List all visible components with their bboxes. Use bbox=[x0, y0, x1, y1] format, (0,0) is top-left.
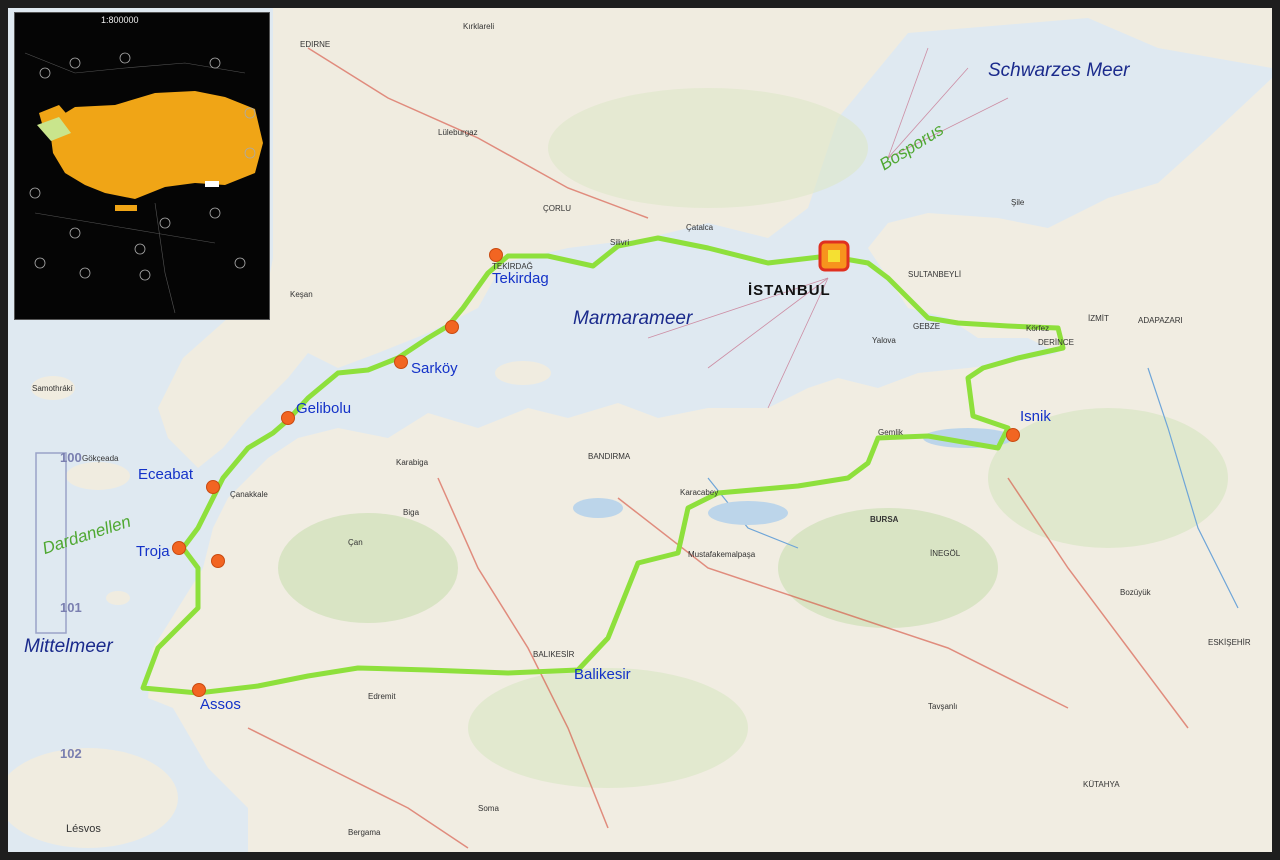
sheet-number-102: 102 bbox=[60, 746, 82, 761]
town-soma: Soma bbox=[478, 804, 499, 813]
town-sultanbeyli: SULTANBEYLİ bbox=[908, 270, 962, 279]
label-gelibolu: Gelibolu bbox=[296, 400, 352, 417]
sheet-number-101: 101 bbox=[60, 600, 82, 615]
town-eskisehir: ESKİŞEHİR bbox=[1208, 638, 1251, 647]
inset-cyprus bbox=[115, 205, 137, 211]
lake-manyas bbox=[573, 498, 623, 518]
town-gebze: GEBZE bbox=[913, 322, 941, 331]
town-samothraki: Samothrákí bbox=[32, 384, 73, 393]
overview-inset-map[interactable]: 1:800000 bbox=[14, 12, 270, 320]
town-izmit: İZMİT bbox=[1088, 314, 1109, 323]
istanbul-marker-inner bbox=[828, 250, 840, 262]
town-karabiga: Karabiga bbox=[396, 458, 429, 467]
town-inegol: İNEGÖL bbox=[930, 549, 961, 558]
town-luleburgaz: Lüleburgaz bbox=[438, 128, 478, 137]
label-istanbul: İSTANBUL bbox=[748, 282, 831, 299]
island-bozcaada bbox=[106, 591, 130, 605]
town-edremit: Edremit bbox=[368, 692, 396, 701]
photo-frame: Schwarzes Meer Marmarameer Mittelmeer Bo… bbox=[0, 0, 1280, 860]
relief-biga bbox=[278, 513, 458, 623]
inset-locator bbox=[205, 181, 219, 187]
label-isnik: Isnik bbox=[1020, 408, 1051, 425]
stop-dot-tekirdag[interactable] bbox=[489, 248, 503, 262]
town-gokceada: Gökçeada bbox=[82, 454, 119, 463]
town-tavsanli: Tavşanlı bbox=[928, 702, 958, 711]
town-korfez: Körfez bbox=[1026, 324, 1050, 333]
town-lesvos: Lésvos bbox=[66, 823, 101, 835]
label-sarkoy: Sarköy bbox=[411, 360, 458, 377]
island-marmara bbox=[495, 361, 551, 385]
stop-dot-troja[interactable] bbox=[172, 541, 186, 555]
town-biga: Biga bbox=[403, 508, 420, 517]
stop-dot-eceabat[interactable] bbox=[206, 480, 220, 494]
town-edirne: EDIRNE bbox=[300, 40, 331, 49]
town-bozuyuk: Bozüyük bbox=[1120, 588, 1151, 597]
relief-east bbox=[988, 408, 1228, 548]
stop-dot-troja-2[interactable] bbox=[211, 554, 225, 568]
relief-south bbox=[468, 668, 748, 788]
lake-ulubat bbox=[708, 501, 788, 525]
relief-uludag bbox=[778, 508, 998, 628]
town-kesan: Keşan bbox=[290, 290, 313, 299]
town-yalova: Yalova bbox=[872, 336, 896, 345]
label-mediterranean: Mittelmeer bbox=[24, 636, 113, 657]
town-derince: DERİNCE bbox=[1038, 338, 1075, 347]
town-can: Çan bbox=[348, 538, 363, 547]
label-assos: Assos bbox=[200, 696, 241, 713]
stop-dot-road[interactable] bbox=[445, 320, 459, 334]
town-silivri: Silivri bbox=[610, 238, 630, 247]
stop-dot-sarkoy[interactable] bbox=[394, 355, 408, 369]
town-bergama: Bergama bbox=[348, 828, 381, 837]
map-canvas[interactable]: Schwarzes Meer Marmarameer Mittelmeer Bo… bbox=[8, 8, 1272, 852]
label-tekirdag: Tekirdag bbox=[492, 270, 549, 287]
stop-dot-gelibolu[interactable] bbox=[281, 411, 295, 425]
stop-dot-assos[interactable] bbox=[192, 683, 206, 697]
label-troja: Troja bbox=[136, 543, 170, 560]
town-adapazari: ADAPAZARI bbox=[1138, 316, 1183, 325]
town-sile: Şile bbox=[1011, 198, 1025, 207]
town-tekirdag-small: TEKİRDAĞ bbox=[492, 262, 533, 271]
label-black-sea: Schwarzes Meer bbox=[988, 60, 1130, 81]
town-canakkale: Çanakkale bbox=[230, 490, 268, 499]
town-bursa: BURSA bbox=[870, 515, 899, 524]
island-gokceada bbox=[66, 462, 130, 490]
town-kirklareli: Kırklareli bbox=[463, 22, 495, 31]
town-mustafakemalpasa: Mustafakemalpaşa bbox=[688, 550, 756, 559]
town-balikesir-small: BALIKESİR bbox=[533, 650, 575, 659]
label-marmara: Marmarameer bbox=[573, 308, 693, 329]
town-bandirma: BANDIRMA bbox=[588, 452, 631, 461]
town-karacabey: Karacabey bbox=[680, 488, 719, 497]
town-corlu: ÇORLU bbox=[543, 204, 572, 213]
town-kutahya: KÜTAHYA bbox=[1083, 780, 1120, 789]
stop-dot-isnik[interactable] bbox=[1006, 428, 1020, 442]
sheet-number-100: 100 bbox=[60, 450, 82, 465]
inset-graphic bbox=[24, 52, 263, 314]
inset-turkey bbox=[49, 91, 263, 199]
label-eceabat: Eceabat bbox=[138, 466, 194, 483]
town-catalca: Çatalca bbox=[686, 223, 714, 232]
town-gemlik: Gemlik bbox=[878, 428, 903, 437]
relief-north bbox=[548, 88, 868, 208]
label-balikesir: Balikesir bbox=[574, 666, 631, 683]
